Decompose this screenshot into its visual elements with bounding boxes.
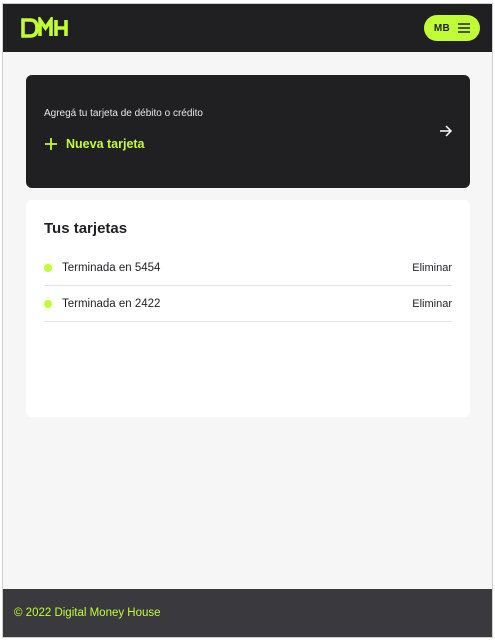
delete-card-button[interactable]: Eliminar — [412, 298, 452, 310]
cards-list-panel: Tus tarjetas Terminada en 5454 Eliminar … — [26, 200, 470, 417]
footer: © 2022 Digital Money House — [3, 589, 492, 637]
card-list: Terminada en 5454 Eliminar Terminada en … — [44, 250, 452, 322]
add-card-panel[interactable]: Agregá tu tarjeta de débito o crédito Nu… — [26, 75, 470, 188]
card-status-dot — [44, 263, 52, 272]
new-card-label: Nueva tarjeta — [66, 137, 145, 151]
add-card-prompt: Agregá tu tarjeta de débito o crédito — [44, 108, 203, 119]
card-row: Terminada en 5454 Eliminar — [44, 250, 452, 286]
card-label: Terminada en 5454 — [62, 261, 161, 274]
user-initials: MB — [433, 22, 451, 34]
copyright-text: © 2022 Digital Money House — [14, 607, 161, 619]
card-label: Terminada en 2422 — [62, 297, 161, 310]
arrow-right-icon[interactable] — [439, 124, 453, 138]
app-frame: MB Agregá tu tarjeta de débito o crédito… — [2, 3, 493, 638]
plus-icon — [45, 138, 57, 150]
user-menu-button[interactable]: MB — [424, 15, 480, 41]
delete-card-button[interactable]: Eliminar — [412, 262, 452, 274]
card-row: Terminada en 2422 Eliminar — [44, 286, 452, 322]
new-card-link[interactable]: Nueva tarjeta — [44, 137, 145, 151]
cards-title: Tus tarjetas — [44, 220, 128, 237]
hamburger-menu-icon — [458, 23, 471, 33]
top-navbar: MB — [3, 4, 492, 52]
dmh-logo[interactable] — [20, 17, 70, 39]
card-status-dot — [44, 299, 52, 308]
